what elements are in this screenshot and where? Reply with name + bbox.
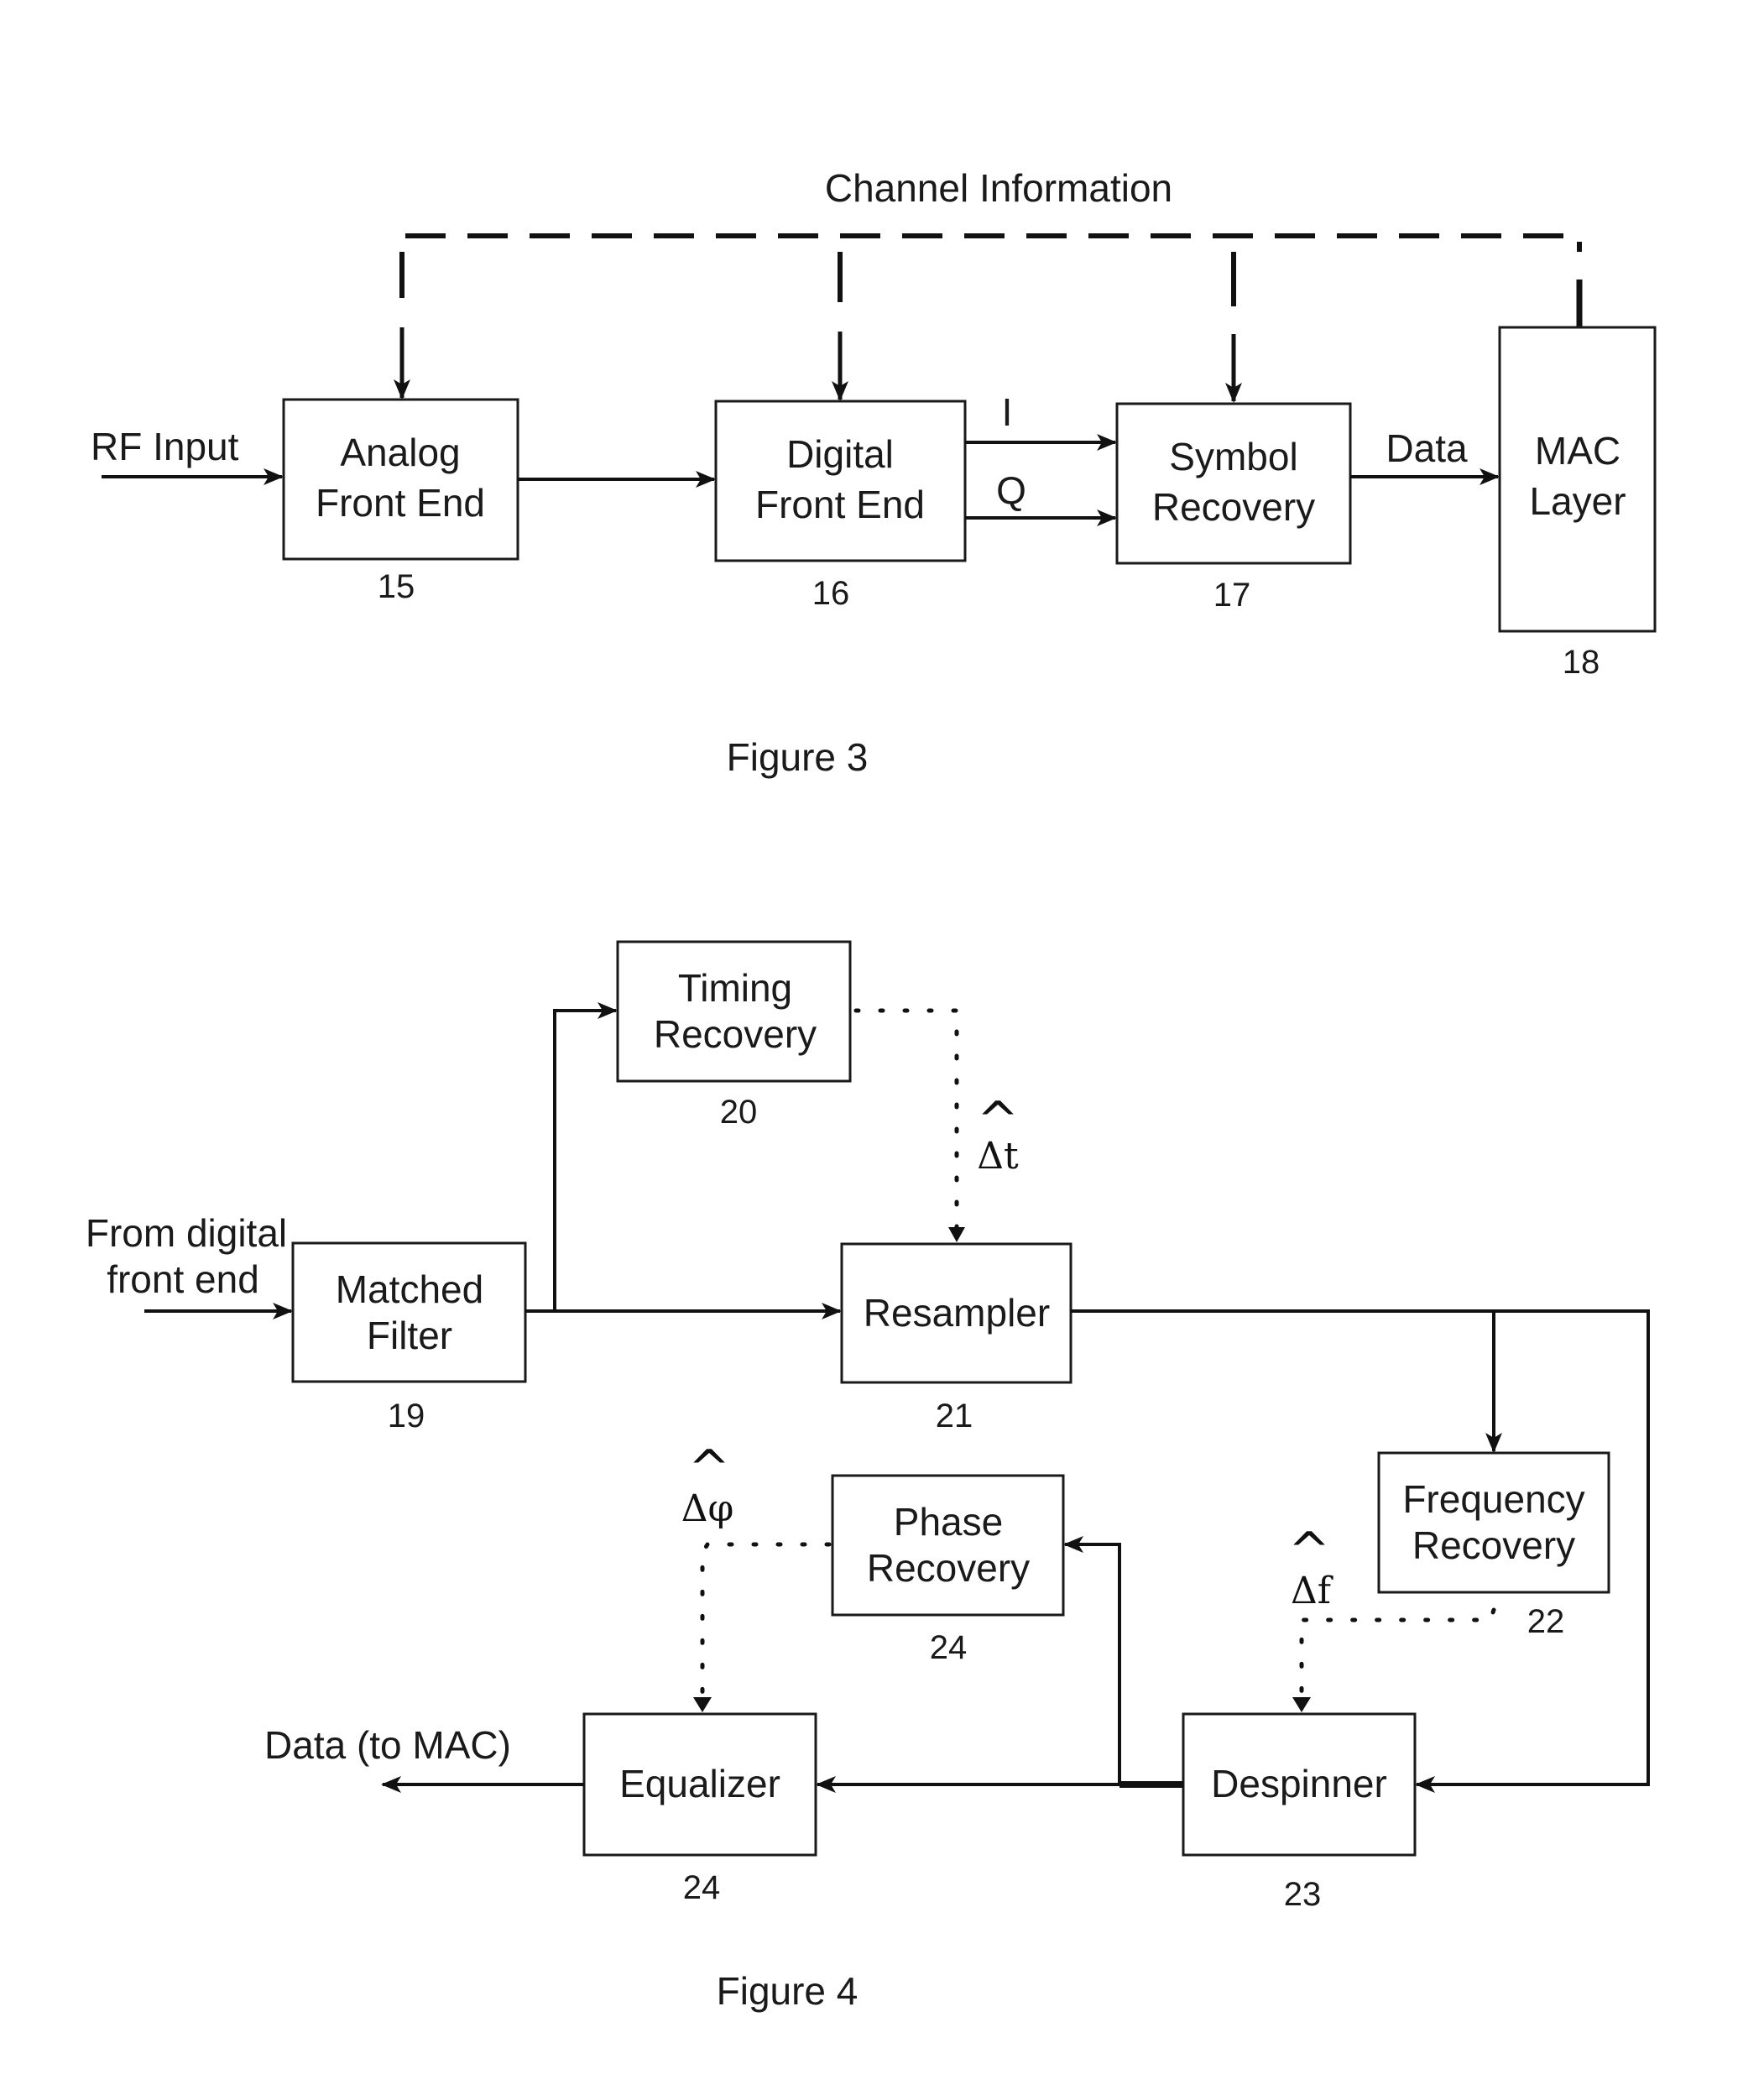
q-signal-label: Q <box>996 468 1026 512</box>
timing-estimate-arrowhead <box>948 1227 965 1242</box>
ref-17: 17 <box>1213 577 1251 614</box>
symbol-line1: Symbol <box>1169 435 1297 478</box>
phase-estimate-arrowhead <box>693 1697 712 1712</box>
channel-information-bus <box>394 233 1583 403</box>
frequency-estimate-dotted-line <box>1299 1607 1496 1701</box>
patent-figures: Channel Information Analog Front End 15 … <box>86 166 1657 2013</box>
phase-estimate-symbol: Δφ <box>681 1487 734 1530</box>
block-mac-layer: MAC Layer 18 <box>1498 326 1657 681</box>
symbol-recovery-box <box>1115 402 1352 565</box>
ref-19: 19 <box>388 1398 425 1434</box>
phase-line2: Recovery <box>867 1546 1030 1590</box>
input-label-line1: From digital <box>86 1211 287 1255</box>
timing-estimate-symbol: Δt <box>977 1135 1019 1178</box>
data-output-label: Data (to MAC) <box>264 1723 511 1767</box>
ref-18: 18 <box>1563 644 1600 681</box>
matched-line1: Matched <box>336 1267 483 1311</box>
ref-15: 15 <box>378 568 415 605</box>
block-despinner: Despinner 23 <box>1182 1712 1417 1913</box>
ref-20: 20 <box>720 1094 758 1131</box>
block-digital-front-end: Digital Front End 16 <box>714 400 967 612</box>
figure-3: Channel Information Analog Front End 15 … <box>91 166 1657 779</box>
block-resampler: Resampler 21 <box>840 1242 1072 1434</box>
analog-line1: Analog <box>340 431 460 474</box>
equalizer-label: Equalizer <box>619 1762 780 1805</box>
phase-line1: Phase <box>894 1500 1003 1544</box>
frequency-line1: Frequency <box>1402 1477 1584 1521</box>
block-matched-filter: Matched Filter 19 <box>291 1241 527 1434</box>
channel-information-label: Channel Information <box>825 166 1172 210</box>
timing-line2: Recovery <box>654 1012 817 1056</box>
block-symbol-recovery: Symbol Recovery 17 <box>1115 402 1352 614</box>
despinner-label: Despinner <box>1211 1762 1387 1805</box>
timing-line1: Timing <box>678 966 792 1010</box>
ref-24-phase: 24 <box>930 1629 968 1666</box>
digital-line1: Digital <box>786 432 894 476</box>
block-analog-front-end: Analog Front End 15 <box>282 398 519 605</box>
analog-front-end-box <box>282 398 519 561</box>
timing-recovery-box <box>616 940 852 1083</box>
ref-22: 22 <box>1527 1603 1565 1640</box>
phase-recovery-box <box>831 1474 1065 1617</box>
analog-line2: Front End <box>316 481 485 525</box>
digital-front-end-box <box>714 400 967 562</box>
matched-filter-box <box>291 1241 527 1383</box>
rf-input-label: RF Input <box>91 425 239 468</box>
digital-line2: Front End <box>755 483 925 526</box>
branch-to-timing-arrow <box>553 1002 618 1311</box>
symbol-line2: Recovery <box>1152 485 1315 529</box>
ref-24-equalizer: 24 <box>683 1869 721 1906</box>
frequency-estimate-symbol: Δf <box>1291 1570 1333 1612</box>
branch-to-phase-arrow <box>1063 1536 1121 1784</box>
frequency-line2: Recovery <box>1412 1523 1575 1567</box>
figure-4: Timing Recovery 20 Matched Filter 19 Res… <box>86 940 1650 2013</box>
figure-3-caption: Figure 3 <box>727 735 869 779</box>
mac-line2: Layer <box>1529 479 1626 523</box>
mac-line1: MAC <box>1535 429 1620 473</box>
phase-estimate-dotted-line <box>700 1542 832 1700</box>
ref-16: 16 <box>812 575 850 612</box>
block-timing-recovery: Timing Recovery 20 <box>616 940 852 1131</box>
block-equalizer: Equalizer 24 <box>582 1712 817 1906</box>
data-signal-label: Data <box>1386 426 1468 470</box>
figure-4-caption: Figure 4 <box>717 1969 859 2013</box>
ref-21: 21 <box>936 1398 973 1434</box>
resampler-label: Resampler <box>864 1291 1050 1335</box>
frequency-recovery-box <box>1377 1451 1610 1594</box>
input-label-line2: front end <box>107 1257 259 1301</box>
matched-line2: Filter <box>367 1314 452 1357</box>
ref-23: 23 <box>1284 1876 1322 1913</box>
feedback-dashed-line <box>405 233 1582 252</box>
timing-estimate-dotted-line <box>853 1008 959 1230</box>
i-signal-label: I <box>1002 390 1013 434</box>
frequency-estimate-arrowhead <box>1292 1697 1311 1712</box>
block-phase-recovery: Phase Recovery 24 <box>831 1474 1065 1666</box>
